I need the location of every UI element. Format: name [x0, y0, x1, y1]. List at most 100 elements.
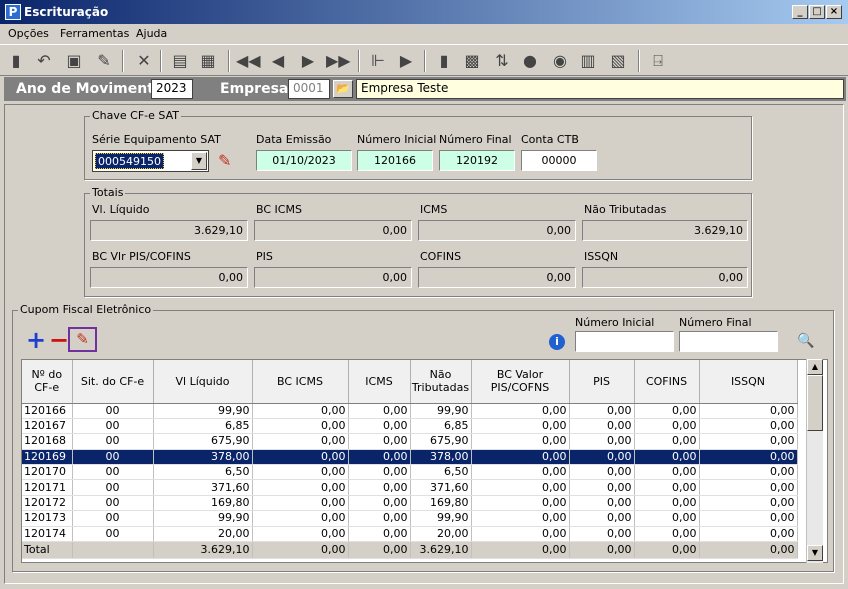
total-row: Total 3.629,10 0,00 0,00 3.629,10 0,00 0,00 0,0…: [22, 541, 798, 560]
filter-numero-inicial-input[interactable]: [575, 331, 674, 352]
add-icon[interactable]: +: [26, 328, 46, 352]
sort-icon[interactable]: ⇅: [490, 49, 514, 73]
undo-icon[interactable]: ↶: [32, 49, 56, 73]
table-row[interactable]: 120173 00 99,90 0,00 0,00 99,90 0,00 0,00 0,00 0,…: [22, 510, 798, 527]
tree-icon[interactable]: ⊩: [366, 49, 390, 73]
nf-icon[interactable]: ▦: [196, 49, 220, 73]
minimize-button[interactable]: _: [792, 5, 808, 19]
export-icon[interactable]: ▶: [394, 49, 418, 73]
column-header[interactable]: BC Valor PIS/COFNS: [471, 360, 570, 404]
calculator-icon[interactable]: ▩: [460, 49, 484, 73]
chevron-down-icon[interactable]: ▼: [191, 152, 207, 170]
document-icon[interactable]: ▤: [168, 49, 192, 73]
table-row[interactable]: 120174 00 20,00 0,00 0,00 20,00 0,00 0,00 0,00 0,…: [22, 526, 798, 543]
table-row[interactable]: 120166 00 99,90 0,00 0,00 99,90 0,00 0,00 0,00 0,…: [22, 403, 798, 419]
erase-icon[interactable]: ✎: [92, 49, 116, 73]
info-icon[interactable]: i: [549, 334, 565, 350]
column-header[interactable]: ICMS: [348, 360, 411, 404]
table-cell: 0,00: [471, 449, 570, 466]
table-cell: 0,00: [252, 403, 349, 419]
table-cell: 169,80: [153, 495, 253, 512]
grid-scrollbar[interactable]: ▲ ▼: [806, 359, 823, 563]
table-cell: 0,00: [348, 464, 411, 481]
column-header[interactable]: Vl Líquido: [153, 360, 253, 404]
first-icon[interactable]: ◀◀: [236, 49, 261, 73]
filter-numero-final-input[interactable]: [679, 331, 778, 352]
table-cell: 120174: [22, 526, 73, 543]
last-icon[interactable]: ▶▶: [326, 49, 351, 73]
scroll-thumb[interactable]: [807, 375, 823, 431]
year-label: Ano de Movimento: [16, 81, 164, 97]
data-emissao-field[interactable]: 01/10/2023: [256, 150, 352, 171]
save-icon[interactable]: ▣: [62, 49, 86, 73]
column-header[interactable]: Não Tributadas: [410, 360, 472, 404]
scroll-up-icon[interactable]: ▲: [807, 359, 823, 375]
table-row[interactable]: 120169 00 378,00 0,00 0,00 378,00 0,00 0,00 0,00…: [22, 449, 798, 466]
maximize-button[interactable]: □: [809, 5, 825, 19]
conta-ctb-field[interactable]: 00000: [521, 150, 597, 171]
book-icon[interactable]: ▥: [576, 49, 600, 73]
table-cell: 0,00: [699, 449, 798, 466]
table-cell: 0,00: [252, 449, 349, 466]
numero-final-field[interactable]: 120192: [439, 150, 515, 171]
cnpj-icon[interactable]: ◉: [548, 49, 572, 73]
previous-icon[interactable]: ◀: [266, 49, 290, 73]
close-button[interactable]: ×: [826, 5, 842, 19]
search-icon[interactable]: 🔍: [797, 333, 814, 349]
filter-numero-inicial-label: Número Inicial: [575, 316, 655, 329]
exit-door-icon[interactable]: ⍈: [646, 49, 670, 73]
conta-ctb-label: Conta CTB: [521, 133, 579, 146]
table-cell: 0,00: [252, 464, 349, 481]
column-header[interactable]: ISSQN: [699, 360, 798, 404]
report-icon[interactable]: ▮: [432, 49, 456, 73]
serie-combo[interactable]: 000549150 ▼: [92, 150, 209, 172]
numero-inicial-field[interactable]: 120166: [357, 150, 433, 171]
table-cell: 0,00: [569, 418, 635, 435]
column-header[interactable]: PIS: [569, 360, 635, 404]
new-icon[interactable]: ▮: [4, 49, 28, 73]
scroll-down-icon[interactable]: ▼: [807, 545, 823, 561]
table-cell: 0,00: [471, 510, 570, 527]
binoculars-icon[interactable]: ●: [518, 49, 542, 73]
table-cell: 0,00: [471, 495, 570, 512]
column-header[interactable]: Nº do CF-e: [22, 360, 73, 404]
table-header: Nº do CF-e Sit. do CF-e Vl Líquido BC ICMS I…: [22, 360, 798, 404]
table-cell: 0,00: [634, 433, 700, 450]
table-cell: 0,00: [348, 510, 411, 527]
table-row[interactable]: 120167 00 6,85 0,00 0,00 6,85 0,00 0,00 0,00 0,00: [22, 418, 798, 435]
total-cell: 0,00: [348, 541, 411, 560]
table-row[interactable]: 120171 00 371,60 0,00 0,00 371,60 0,00 0,00 0,00…: [22, 479, 798, 496]
table-cell: 0,00: [699, 479, 798, 496]
menu-ferramentas[interactable]: Ferramentas: [60, 27, 129, 40]
table-cell: 0,00: [569, 510, 635, 527]
edit-pencil-icon[interactable]: ✎: [218, 151, 231, 170]
table-cell: 0,00: [569, 403, 635, 419]
remove-icon[interactable]: −: [49, 328, 69, 352]
column-header[interactable]: BC ICMS: [252, 360, 349, 404]
table-row[interactable]: 120168 00 675,90 0,00 0,00 675,90 0,00 0,00 0,00…: [22, 433, 798, 450]
column-header[interactable]: COFINS: [634, 360, 700, 404]
window-title: Escrituração: [24, 5, 109, 19]
edit-row-icon[interactable]: ✎: [68, 327, 97, 352]
year-input[interactable]: 2023: [151, 79, 193, 99]
table-cell: 0,00: [252, 433, 349, 450]
next-icon[interactable]: ▶: [296, 49, 320, 73]
table-cell: 0,00: [699, 526, 798, 543]
table-cell: 99,90: [410, 510, 472, 527]
table-cell: 0,00: [634, 418, 700, 435]
table-cell: 0,00: [634, 464, 700, 481]
table-row[interactable]: 120170 00 6,50 0,00 0,00 6,50 0,00 0,00 0,00 0,00: [22, 464, 798, 481]
delete-icon[interactable]: ✕: [132, 49, 156, 73]
company-code-input[interactable]: 0001: [288, 79, 330, 99]
table-cell: 0,00: [348, 433, 411, 450]
image-icon[interactable]: ▧: [606, 49, 630, 73]
table-row[interactable]: 120172 00 169,80 0,00 0,00 169,80 0,00 0,00 0,00…: [22, 495, 798, 512]
menu-opcoes[interactable]: Opções: [8, 27, 49, 40]
total-cell: [72, 541, 154, 560]
table-cell: 0,00: [569, 479, 635, 496]
open-folder-icon[interactable]: 📂: [333, 80, 353, 98]
vl-liquido-label: Vl. Líquido: [92, 203, 150, 216]
column-header[interactable]: Sit. do CF-e: [72, 360, 154, 404]
menu-ajuda[interactable]: Ajuda: [136, 27, 167, 40]
table-cell: 0,00: [348, 495, 411, 512]
